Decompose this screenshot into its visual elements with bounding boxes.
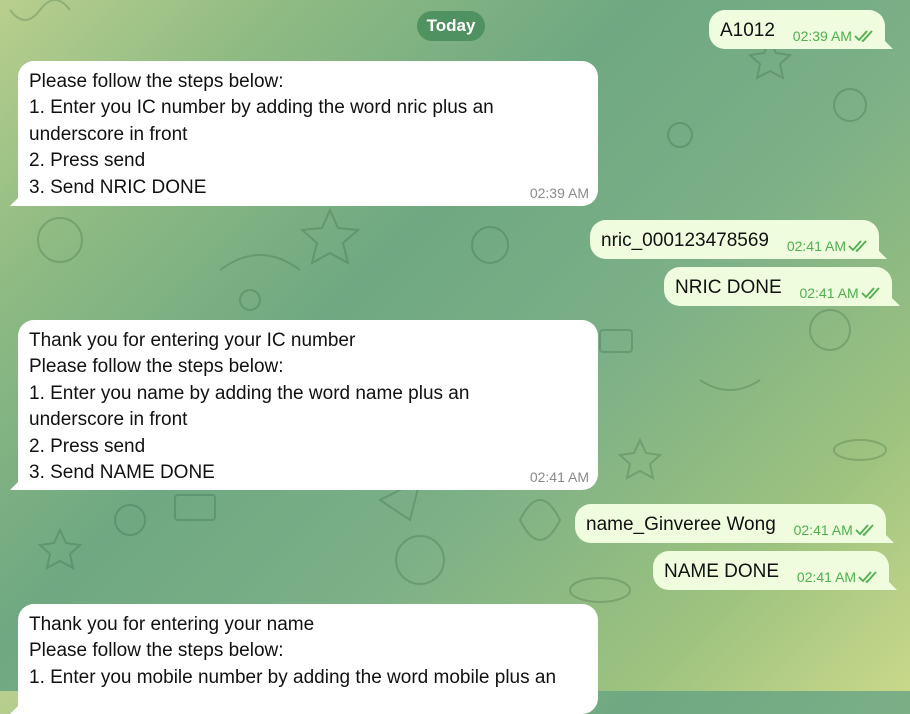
message-incoming[interactable]: Thank you for entering your name Please … <box>10 604 598 714</box>
message-outgoing[interactable]: A1012 02:39 AM <box>709 10 893 49</box>
message-time: 02:41 AM <box>799 285 859 301</box>
message-text: NAME DONE <box>664 561 780 582</box>
message-text: name_Ginveree Wong <box>586 514 776 535</box>
message-incoming[interactable]: Please follow the steps below: 1. Enter … <box>10 61 598 206</box>
message-outgoing[interactable]: NAME DONE 02:41 AM <box>653 551 898 590</box>
message-text: nric_000123478569 <box>601 230 769 251</box>
message-text: A1012 <box>720 20 775 41</box>
double-check-icon <box>848 240 867 252</box>
message-text-line: underscore in front <box>29 409 188 431</box>
message-incoming[interactable]: Thank you for entering your IC number Pl… <box>10 320 598 490</box>
message-time: 02:41 AM <box>786 238 846 254</box>
message-text-line: underscore in front <box>29 123 188 145</box>
message-outgoing[interactable]: NRIC DONE 02:41 AM <box>664 267 900 306</box>
message-meta: 02:39 AM <box>793 29 876 43</box>
message-text-line: Please follow the steps below: <box>29 356 284 378</box>
message-time: 02:39 AM <box>792 28 852 44</box>
message-text-line: 1. Enter you IC number by adding the wor… <box>29 97 494 119</box>
message-outgoing[interactable]: nric_000123478569 02:41 AM <box>590 220 887 259</box>
message-time: 02:41 AM <box>529 469 589 485</box>
message-text-line: 2. Press send <box>29 435 146 457</box>
message-meta: 02:41 AM <box>799 286 882 300</box>
message-time: 02:41 AM <box>793 522 853 538</box>
chat-area[interactable]: Today A1012 02:39 AM Please follow the s… <box>0 0 910 714</box>
message-meta: 02:41 AM <box>797 570 880 584</box>
message-time: 02:41 AM <box>796 569 857 585</box>
message-text-line: 1. Enter you mobile number by adding the… <box>29 666 557 688</box>
message-text: NRIC DONE <box>675 277 782 298</box>
double-check-icon <box>854 30 873 42</box>
message-meta: 02:39 AM <box>530 186 589 200</box>
message-outgoing[interactable]: name_Ginveree Wong 02:41 AM <box>575 504 894 543</box>
message-text-line: Thank you for entering your IC number <box>29 330 356 351</box>
message-meta: 02:41 AM <box>794 523 877 537</box>
message-text-line: Please follow the steps below: <box>29 640 284 662</box>
double-check-icon <box>860 287 880 299</box>
message-text-line: Thank you for entering your name <box>29 614 315 635</box>
double-check-icon <box>858 571 877 583</box>
message-text-line: 2. Press send <box>29 150 146 172</box>
date-separator: Today <box>417 11 485 41</box>
message-meta: 02:41 AM <box>530 470 589 484</box>
message-text-line: 3. Send NAME DONE <box>29 462 215 484</box>
message-text-line: 1. Enter you name by adding the word nam… <box>29 382 470 404</box>
message-time: 02:39 AM <box>529 185 589 201</box>
message-meta: 02:41 AM <box>787 239 870 253</box>
double-check-icon <box>855 524 874 536</box>
message-text-line: Please follow the steps below: <box>29 71 284 92</box>
message-text-line: 3. Send NRIC DONE <box>29 176 207 198</box>
